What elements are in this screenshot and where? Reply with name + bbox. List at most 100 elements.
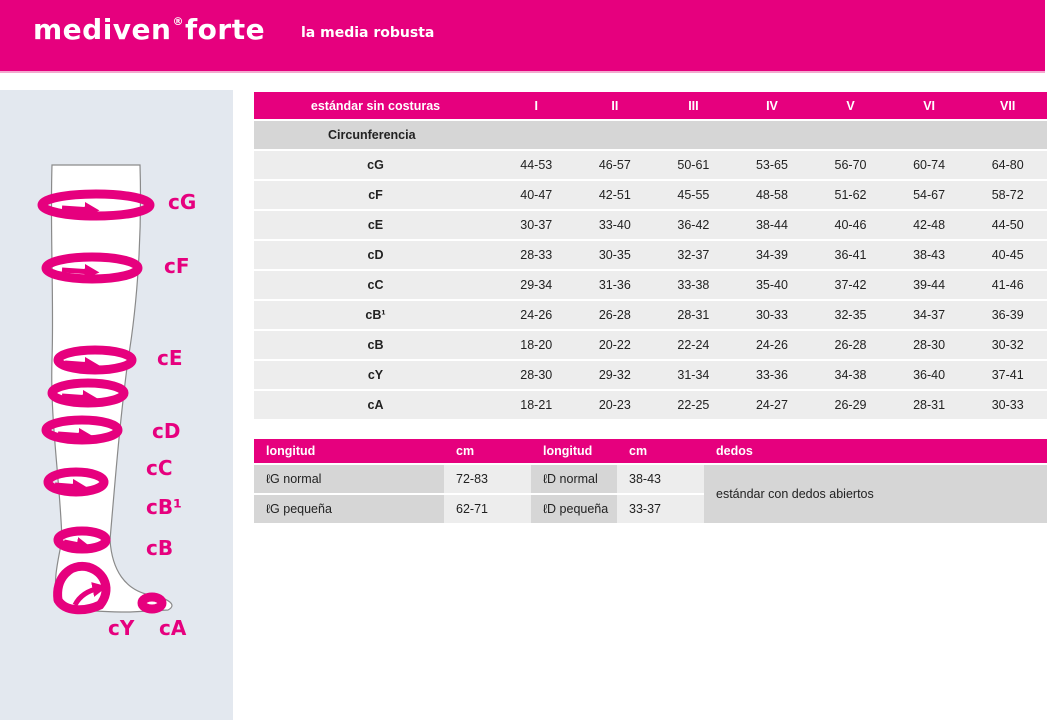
table-cell: 30-35 — [575, 241, 655, 269]
table-cell: 30-37 — [497, 211, 576, 239]
length-label: ℓD pequeña — [531, 495, 617, 523]
size-col-II: II — [575, 92, 655, 119]
leg-label-cB: cB — [146, 536, 174, 560]
table-cell: 24-26 — [732, 331, 812, 359]
leg-label-cD: cD — [152, 419, 181, 443]
table-cell: 60-74 — [889, 151, 969, 179]
row-label: cC — [254, 271, 497, 299]
table-cell: 56-70 — [811, 151, 890, 179]
table-cell: 28-33 — [497, 241, 576, 269]
section-row: Circunferencia — [254, 121, 1047, 149]
table-cell: 33-36 — [732, 361, 812, 389]
row-label: cB¹ — [254, 301, 497, 329]
table-cell: 46-57 — [575, 151, 655, 179]
row-label: cY — [254, 361, 497, 389]
table-cell: 35-40 — [732, 271, 812, 299]
table-cell: 54-67 — [889, 181, 969, 209]
table-row: cC 29-34 31-36 33-38 35-40 37-42 39-44 4… — [254, 271, 1047, 299]
table-cell: 36-42 — [654, 211, 733, 239]
table-row: cB¹ 24-26 26-28 28-31 30-33 32-35 34-37 … — [254, 301, 1047, 329]
size-col-I: I — [497, 92, 576, 119]
table-cell: 18-21 — [497, 391, 576, 419]
table-cell: 39-44 — [889, 271, 969, 299]
leg-label-cA: cA — [159, 616, 187, 640]
header-bar: mediven®forte la media robusta — [0, 0, 1045, 73]
table-cell: 50-61 — [654, 151, 733, 179]
size-col-VI: VI — [889, 92, 969, 119]
size-table: estándar sin costuras I II III IV V VI V… — [254, 90, 1047, 421]
table-cell: 26-29 — [811, 391, 890, 419]
length-label: ℓG normal — [254, 465, 444, 493]
length-value: 33-37 — [617, 495, 704, 523]
table-cell: 20-22 — [575, 331, 655, 359]
length-header-cm-1: cm — [444, 439, 531, 463]
leg-label-cY: cY — [108, 616, 135, 640]
table-cell: 28-30 — [889, 331, 969, 359]
table-cell: 53-65 — [732, 151, 812, 179]
table-cell: 36-39 — [968, 301, 1047, 329]
table-cell: 37-41 — [968, 361, 1047, 389]
table-row: cG 44-53 46-57 50-61 53-65 56-70 60-74 6… — [254, 151, 1047, 179]
table-cell: 22-25 — [654, 391, 733, 419]
row-label: cA — [254, 391, 497, 419]
table-cell: 24-26 — [497, 301, 576, 329]
table-cell: 29-32 — [575, 361, 655, 389]
brand-logo: mediven®forte — [33, 13, 265, 46]
table-cell: 29-34 — [497, 271, 576, 299]
table-row: cA 18-21 20-23 22-25 24-27 26-29 28-31 3… — [254, 391, 1047, 419]
leg-label-cF: cF — [164, 254, 190, 278]
length-header-cm-2: cm — [617, 439, 704, 463]
table-cell: 26-28 — [811, 331, 890, 359]
table-cell: 45-55 — [654, 181, 733, 209]
leg-label-cB1: cB¹ — [146, 495, 182, 519]
row-label: cD — [254, 241, 497, 269]
table-cell: 31-36 — [575, 271, 655, 299]
length-table-header: longitud cm longitud cm dedos — [254, 439, 1047, 463]
table-cell: 58-72 — [968, 181, 1047, 209]
table-cell: 36-40 — [889, 361, 969, 389]
size-col-V: V — [811, 92, 890, 119]
table-cell: 24-27 — [732, 391, 812, 419]
registered-mark: ® — [172, 15, 184, 28]
size-col-IV: IV — [732, 92, 812, 119]
length-table: longitud cm longitud cm dedos ℓG normal … — [254, 437, 1047, 525]
table-row: cY 28-30 29-32 31-34 33-36 34-38 36-40 3… — [254, 361, 1047, 389]
table-cell: 20-23 — [575, 391, 655, 419]
length-value: 62-71 — [444, 495, 531, 523]
leg-label-cE: cE — [157, 346, 183, 370]
table-cell: 37-42 — [811, 271, 890, 299]
row-label: cF — [254, 181, 497, 209]
table-cell: 34-37 — [889, 301, 969, 329]
length-header-longitud-1: longitud — [254, 439, 444, 463]
table-cell: 33-40 — [575, 211, 655, 239]
table-cell: 22-24 — [654, 331, 733, 359]
length-label: ℓD normal — [531, 465, 617, 493]
table-cell: 33-38 — [654, 271, 733, 299]
table-cell: 51-62 — [811, 181, 890, 209]
table-cell: 28-30 — [497, 361, 576, 389]
table-cell: 38-44 — [732, 211, 812, 239]
leg-label-cC: cC — [146, 456, 173, 480]
length-value: 38-43 — [617, 465, 704, 493]
length-label: ℓG pequeña — [254, 495, 444, 523]
size-table-header: estándar sin costuras I II III IV V VI V… — [254, 92, 1047, 119]
size-col-VII: VII — [968, 92, 1047, 119]
table-cell: 40-45 — [968, 241, 1047, 269]
table-cell: 44-53 — [497, 151, 576, 179]
table-cell: 30-33 — [968, 391, 1047, 419]
brand-main: mediven — [33, 13, 172, 46]
brand-sub: forte — [184, 13, 266, 46]
table-cell: 32-35 — [811, 301, 890, 329]
table-row: cF 40-47 42-51 45-55 48-58 51-62 54-67 5… — [254, 181, 1047, 209]
table-cell: 48-58 — [732, 181, 812, 209]
table-cell: 38-43 — [889, 241, 969, 269]
table-cell: 36-41 — [811, 241, 890, 269]
table-cell: 31-34 — [654, 361, 733, 389]
table-row: cD 28-33 30-35 32-37 34-39 36-41 38-43 4… — [254, 241, 1047, 269]
section-title: Circunferencia — [254, 121, 1047, 149]
table-cell: 32-37 — [654, 241, 733, 269]
table-cell: 18-20 — [497, 331, 576, 359]
table-cell: 42-48 — [889, 211, 969, 239]
table-row: cE 30-37 33-40 36-42 38-44 40-46 42-48 4… — [254, 211, 1047, 239]
row-label: cB — [254, 331, 497, 359]
